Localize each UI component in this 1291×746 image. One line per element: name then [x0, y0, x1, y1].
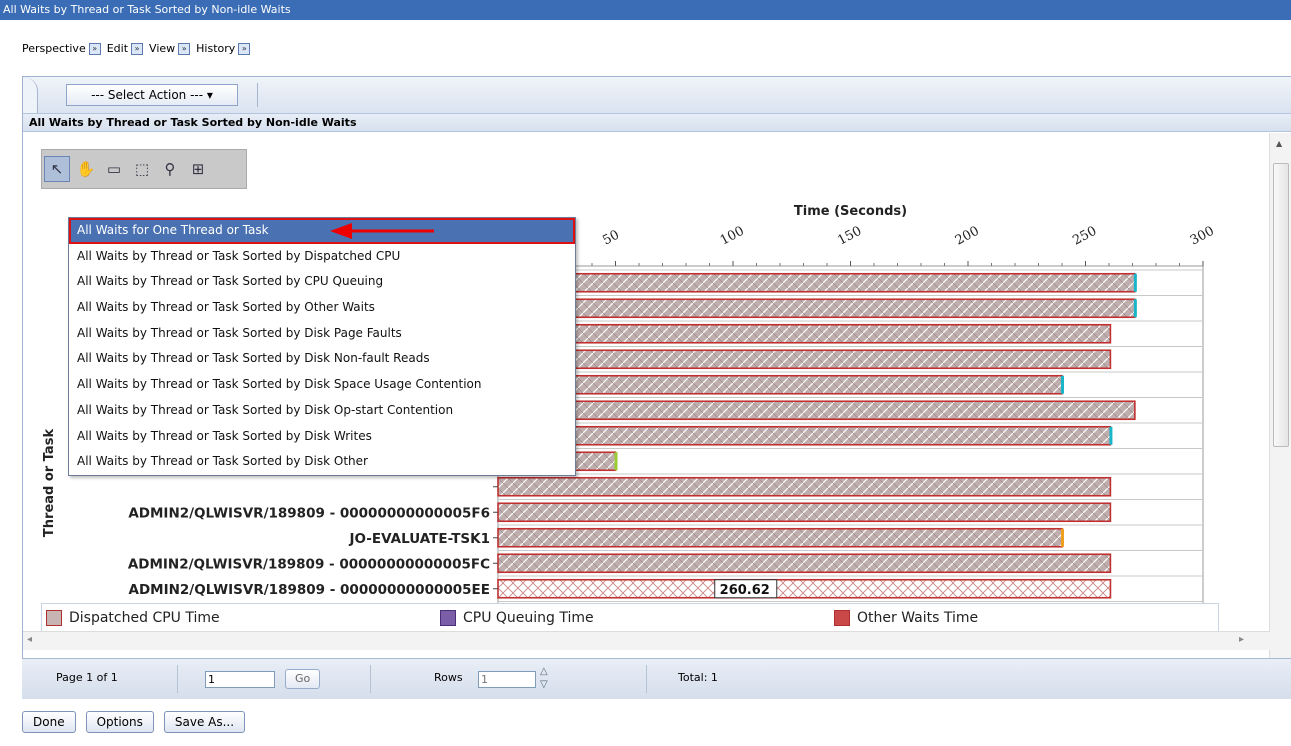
- rows-input[interactable]: [478, 671, 536, 688]
- bar: [497, 578, 1112, 599]
- menu-history-label: History: [196, 42, 236, 55]
- legend-swatch-other: [834, 610, 850, 626]
- divider: [257, 83, 258, 107]
- rows-label: Rows: [434, 671, 463, 684]
- menu-perspective-label: Perspective: [22, 42, 86, 55]
- magnifier-icon[interactable]: ⚲: [158, 157, 182, 181]
- bar: [497, 298, 1136, 319]
- scroll-left-icon[interactable]: ◂: [27, 634, 32, 645]
- context-menu-item[interactable]: All Waits by Thread or Task Sorted by Di…: [69, 398, 575, 424]
- vertical-scrollbar[interactable]: ▲ ▼: [1269, 133, 1291, 671]
- expand-arrow-icon: »: [88, 42, 101, 55]
- page-input[interactable]: [205, 671, 275, 688]
- legend-label: CPU Queuing Time: [463, 610, 594, 626]
- bar-segment: [614, 452, 618, 471]
- save-as-button[interactable]: Save As...: [163, 711, 246, 733]
- bar: [497, 374, 1063, 395]
- menu-edit-label: Edit: [106, 42, 129, 55]
- expand-arrow-icon: »: [238, 42, 251, 55]
- data-label: 260.62: [720, 583, 770, 598]
- bar: [497, 425, 1112, 446]
- bar: [497, 553, 1112, 574]
- bar-segment: [1133, 299, 1137, 318]
- x-tick-label: 250: [1070, 224, 1099, 249]
- crosshair-icon[interactable]: ⊞: [186, 157, 210, 181]
- x-axis-title: Time (Seconds): [794, 204, 907, 219]
- total-text: Total: 1: [678, 671, 718, 684]
- bar: [497, 400, 1136, 421]
- y-axis-title: Thread or Task: [42, 429, 57, 538]
- legend-item: Other Waits Time: [834, 610, 978, 626]
- menubar: Perspective» Edit» View» History»: [22, 42, 252, 55]
- menu-view[interactable]: View»: [149, 42, 191, 55]
- panel-header: All Waits by Thread or Task Sorted by No…: [23, 114, 1291, 132]
- divider: [370, 665, 371, 693]
- legend-label: Other Waits Time: [857, 610, 979, 626]
- context-menu-item[interactable]: All Waits for One Thread or Task: [69, 218, 575, 244]
- menu-perspective[interactable]: Perspective»: [22, 42, 101, 55]
- go-button[interactable]: Go: [285, 669, 321, 689]
- select-action-dropdown[interactable]: --- Select Action --- ▾: [66, 84, 238, 106]
- menu-view-label: View: [149, 42, 176, 55]
- expand-arrow-icon: »: [131, 42, 144, 55]
- chart-toolbar: ↖ ✋ ▭ ⬚ ⚲ ⊞: [41, 149, 247, 189]
- bar-segment: [1133, 273, 1137, 292]
- pager-bar: Page 1 of 1 Go Rows △▽ Total: 1: [22, 658, 1291, 699]
- bar: [497, 349, 1112, 370]
- scroll-right-icon[interactable]: ▸: [1239, 634, 1244, 645]
- tab-edge: [23, 77, 38, 113]
- x-tick-label: 300: [1188, 224, 1217, 249]
- bar: [497, 476, 1112, 497]
- bar: [497, 502, 1112, 523]
- zoom-box-icon[interactable]: ⬚: [130, 157, 154, 181]
- legend-swatch-queuing: [440, 610, 456, 626]
- context-menu-item[interactable]: All Waits by Thread or Task Sorted by Di…: [69, 424, 575, 450]
- scroll-thumb[interactable]: [1273, 163, 1289, 447]
- legend-item: Dispatched CPU Time: [46, 610, 220, 626]
- bar-segment: [1061, 375, 1064, 394]
- pointer-icon[interactable]: ↖: [44, 156, 70, 182]
- context-menu-item[interactable]: All Waits by Thread or Task Sorted by Di…: [69, 372, 575, 398]
- page-text: Page 1 of 1: [56, 671, 118, 684]
- action-bar: --- Select Action --- ▾: [23, 77, 1291, 114]
- context-menu-item[interactable]: All Waits by Thread or Task Sorted by Di…: [69, 244, 575, 270]
- hand-icon[interactable]: ✋: [74, 157, 98, 181]
- context-menu-item[interactable]: All Waits by Thread or Task Sorted by CP…: [69, 269, 575, 295]
- context-menu-item[interactable]: All Waits by Thread or Task Sorted by Di…: [69, 321, 575, 347]
- context-menu-item[interactable]: All Waits by Thread or Task Sorted by Di…: [69, 449, 575, 475]
- y-tick-label: ADMIN2/QLWISVR/189809 - 00000000000005EE: [129, 582, 491, 598]
- bar: [497, 527, 1063, 548]
- context-menu: All Waits for One Thread or Task All Wait…: [68, 217, 576, 476]
- done-button[interactable]: Done: [22, 711, 76, 733]
- divider: [646, 665, 647, 693]
- bar-segment: [1109, 426, 1113, 445]
- y-tick-label: JO-EVALUATE-TSK1: [349, 531, 490, 547]
- bar-segment: [1061, 528, 1064, 547]
- legend-swatch-dispatched: [46, 610, 62, 626]
- window-title: All Waits by Thread or Task Sorted by No…: [0, 0, 1291, 20]
- comment-icon[interactable]: ▭: [102, 157, 126, 181]
- y-tick-label: ADMIN2/QLWISVR/189809 - 00000000000005FC: [128, 556, 490, 572]
- scroll-up-icon[interactable]: ▲: [1276, 139, 1282, 148]
- bar: [497, 323, 1112, 344]
- x-tick-label: 50: [600, 228, 622, 249]
- horizontal-scrollbar[interactable]: ◂ ▸: [23, 631, 1270, 650]
- x-tick-label: 100: [718, 224, 747, 249]
- x-tick-label: 150: [835, 224, 864, 249]
- bar: [497, 272, 1136, 293]
- expand-arrow-icon: »: [178, 42, 191, 55]
- bottom-buttons: Done Options Save As...: [22, 711, 246, 733]
- rows-stepper-icon[interactable]: △ ▽: [540, 665, 548, 691]
- divider: [177, 665, 178, 693]
- legend-label: Dispatched CPU Time: [69, 610, 220, 626]
- x-tick-label: 200: [953, 224, 982, 249]
- menu-edit[interactable]: Edit»: [106, 42, 144, 55]
- context-menu-item[interactable]: All Waits by Thread or Task Sorted by Ot…: [69, 295, 575, 321]
- legend-item: CPU Queuing Time: [440, 610, 594, 626]
- options-button[interactable]: Options: [85, 711, 154, 733]
- y-tick-label: ADMIN2/QLWISVR/189809 - 00000000000005F6: [128, 505, 490, 521]
- context-menu-item[interactable]: All Waits by Thread or Task Sorted by Di…: [69, 346, 575, 372]
- menu-history[interactable]: History»: [196, 42, 251, 55]
- chart-legend: Dispatched CPU Time CPU Queuing Time Oth…: [41, 603, 1219, 633]
